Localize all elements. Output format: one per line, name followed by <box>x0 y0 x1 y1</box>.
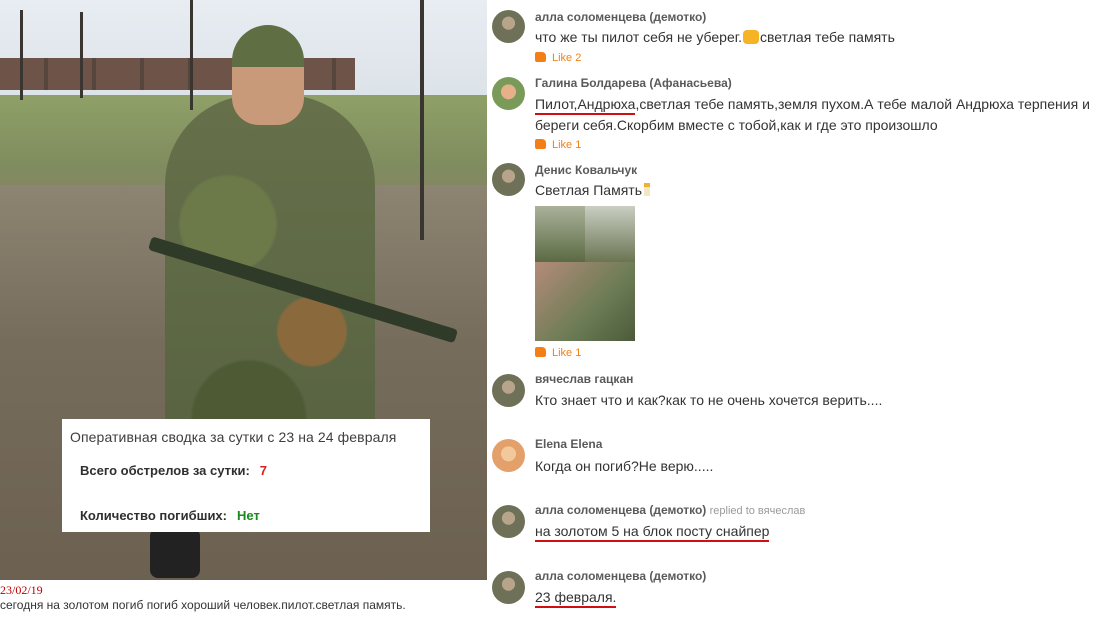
avatar[interactable] <box>492 77 525 110</box>
comment-text: Кто знает что и как?как то не очень хоче… <box>535 392 883 408</box>
comment-author[interactable]: вячеслав гацкан <box>535 372 633 386</box>
comment-author[interactable]: алла соломенцева (демотко) <box>535 10 706 24</box>
photo-tree <box>420 0 424 240</box>
photo-pole <box>80 12 83 98</box>
candle-emoji-icon <box>644 183 651 196</box>
deaths-value: Нет <box>237 508 260 523</box>
avatar[interactable] <box>492 505 525 538</box>
deaths-label: Количество погибших: <box>80 508 227 523</box>
comment-author[interactable]: Галина Болдарева (Афанасьева) <box>535 76 732 90</box>
shelling-value: 7 <box>259 463 268 478</box>
avatar[interactable] <box>492 374 525 407</box>
crying-emoji-icon <box>743 30 760 44</box>
thumbs-up-icon <box>535 347 546 357</box>
avatar[interactable] <box>492 439 525 472</box>
like-count: Like 1 <box>552 139 582 151</box>
avatar[interactable] <box>492 571 525 604</box>
thumbs-up-icon <box>535 52 546 62</box>
caption-date: 23/02/19 <box>0 583 43 597</box>
shelling-row: Всего обстрелов за сутки: 7 <box>80 463 422 478</box>
attachment-photo <box>535 206 585 262</box>
like-count: Like 1 <box>552 347 582 359</box>
comment-text-line2: береги себя.Скорбим вместе с тобой,как и… <box>535 117 938 133</box>
comment-text-part: Светлая Память <box>535 182 643 198</box>
deaths-row: Количество погибших: Нет <box>80 508 422 523</box>
attachment-photo <box>585 206 635 262</box>
underlined-text: на золотом 5 на блок посту снайпер <box>535 523 770 542</box>
caption-text: сегодня на золотом погиб погиб хороший ч… <box>0 598 406 612</box>
underlined-text: 23 февраля. <box>535 589 617 608</box>
shelling-label: Всего обстрелов за сутки: <box>80 463 250 478</box>
comments-panel: алла соломенцева (демотко) что же ты пил… <box>492 0 1105 618</box>
comment-author[interactable]: алла соломенцева (демотко) <box>535 569 706 583</box>
thumbs-up-icon <box>535 139 546 149</box>
attachment-photo <box>535 262 635 341</box>
underlined-text: Пилот,Андрюха <box>535 96 636 115</box>
comment-text: 23 февраля. <box>535 589 617 608</box>
like-button[interactable]: Like 2 <box>535 52 581 64</box>
soldier-photo: Оперативная сводка за сутки с 23 на 24 ф… <box>0 0 487 580</box>
avatar[interactable] <box>492 163 525 196</box>
like-button[interactable]: Like 1 <box>535 347 581 359</box>
comment-text-part: что же ты пилот себя не уберег. <box>535 29 743 45</box>
comment-author[interactable]: Elena Elena <box>535 437 602 451</box>
comment-text-part: ,светлая тебе память,земля пухом.А тебе … <box>635 96 1090 112</box>
comment-text-part: светлая тебе память <box>760 29 895 45</box>
photo-pole <box>20 10 23 100</box>
comment-text: что же ты пилот себя не уберег. светлая т… <box>535 29 895 45</box>
avatar[interactable] <box>492 10 525 43</box>
like-button[interactable]: Like 1 <box>535 139 581 151</box>
photo-attachment[interactable] <box>535 206 635 341</box>
soldier-boot <box>150 528 200 578</box>
comment-text: Когда он погиб?Не верю..... <box>535 458 714 474</box>
comment-text: Пилот,Андрюха,светлая тебе память,земля … <box>535 96 1090 115</box>
author-name[interactable]: алла соломенцева (демотко) <box>535 503 706 517</box>
soldier-helmet <box>232 25 304 125</box>
comment-text: на золотом 5 на блок посту снайпер <box>535 523 770 542</box>
comment-text: Светлая Память <box>535 182 651 198</box>
comment-author[interactable]: Денис Ковальчук <box>535 163 637 177</box>
replied-to[interactable]: replied to вячеслав <box>710 505 806 517</box>
comment-author: алла соломенцева (демотко) replied to вя… <box>535 503 805 517</box>
report-title: Оперативная сводка за сутки с 23 на 24 ф… <box>70 429 397 445</box>
like-count: Like 2 <box>552 52 582 64</box>
report-overlay: Оперативная сводка за сутки с 23 на 24 ф… <box>62 419 430 532</box>
photo-pole <box>190 0 193 110</box>
